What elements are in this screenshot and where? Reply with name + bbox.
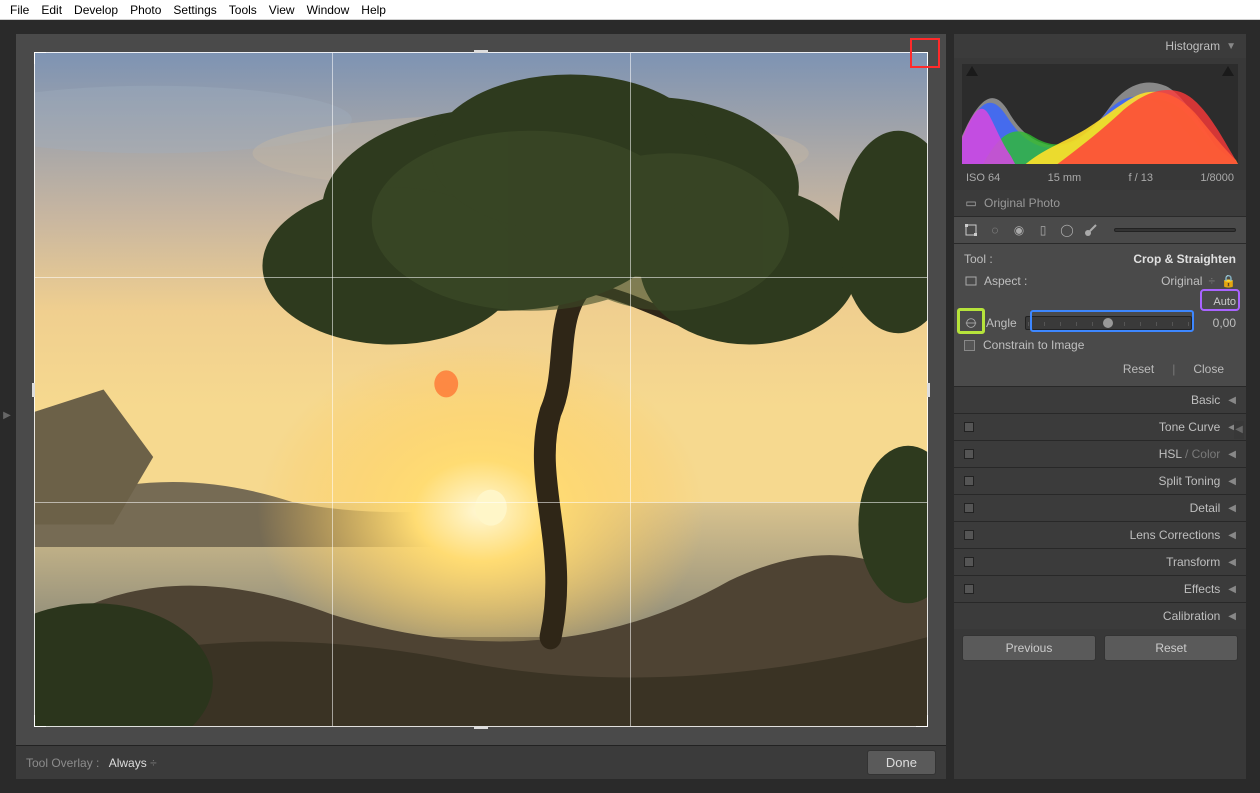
chevron-down-icon: ▼ xyxy=(1226,41,1236,52)
aspect-dropdown-icon[interactable]: ÷ xyxy=(1208,274,1215,288)
chevron-left-icon: ◀ xyxy=(1228,611,1236,622)
brush-size-slider[interactable] xyxy=(1114,228,1236,232)
left-panel-toggle-icon[interactable]: ▶ xyxy=(2,407,12,425)
exif-focal: 15 mm xyxy=(1048,172,1082,184)
section-lens-corrections[interactable]: Lens Corrections◀ xyxy=(954,521,1246,548)
right-panel: Histogram▼ ISO 64 15 mm f / 13 1/8000 ▭ … xyxy=(954,34,1246,779)
chevron-left-icon: ◀ xyxy=(1228,476,1236,487)
reset-button[interactable]: Reset xyxy=(1104,635,1238,661)
chevron-left-icon: ◀ xyxy=(1228,557,1236,568)
workspace: Tool Overlay : Always ÷ Done xyxy=(16,34,946,779)
section-toggle-icon[interactable] xyxy=(964,422,974,432)
histogram[interactable] xyxy=(962,64,1238,164)
crop-icon[interactable] xyxy=(964,223,978,237)
menu-window[interactable]: Window xyxy=(301,3,356,17)
angle-slider[interactable] xyxy=(1025,316,1192,330)
aspect-label: Aspect : xyxy=(984,274,1027,288)
exif-strip: ISO 64 15 mm f / 13 1/8000 xyxy=(954,170,1246,190)
section-toggle-icon[interactable] xyxy=(964,449,974,459)
tool-overlay-value[interactable]: Always ÷ xyxy=(109,756,157,770)
radial-filter-icon[interactable]: ◯ xyxy=(1060,223,1074,237)
shadow-clipping-icon[interactable] xyxy=(966,66,978,76)
section-basic[interactable]: Basic◀ xyxy=(954,386,1246,413)
highlight-clipping-icon[interactable] xyxy=(1222,66,1234,76)
crop-handle-br[interactable] xyxy=(916,715,928,727)
menu-file[interactable]: File xyxy=(4,3,35,17)
menu-develop[interactable]: Develop xyxy=(68,3,124,17)
crop-handle-bottom[interactable] xyxy=(474,726,488,729)
graduated-filter-icon[interactable]: ▯ xyxy=(1036,223,1050,237)
redeye-icon[interactable]: ◉ xyxy=(1012,223,1026,237)
section-toggle-icon[interactable] xyxy=(964,530,974,540)
done-button[interactable]: Done xyxy=(867,750,936,775)
section-calibration[interactable]: Calibration◀ xyxy=(954,602,1246,629)
chevron-left-icon: ◀ xyxy=(1228,395,1236,406)
crop-close-button[interactable]: Close xyxy=(1193,362,1224,376)
section-toggle-icon[interactable] xyxy=(964,584,974,594)
chevron-left-icon: ◀ xyxy=(1228,530,1236,541)
menu-tools[interactable]: Tools xyxy=(223,3,263,17)
canvas-area xyxy=(16,34,946,745)
section-hsl-color[interactable]: HSL / Color◀ xyxy=(954,440,1246,467)
section-toggle-icon[interactable] xyxy=(964,557,974,567)
straighten-icon[interactable] xyxy=(964,316,978,330)
right-panel-toggle-icon[interactable]: ◀ xyxy=(1234,421,1244,439)
section-toggle-icon[interactable] xyxy=(964,503,974,513)
constrain-checkbox[interactable] xyxy=(964,340,975,351)
tool-overlay-label: Tool Overlay : xyxy=(26,756,99,770)
crop-handle-right[interactable] xyxy=(927,383,930,397)
original-photo-toggle[interactable]: ▭ Original Photo xyxy=(954,190,1246,216)
angle-value[interactable]: 0,00 xyxy=(1200,316,1236,330)
spot-removal-icon[interactable]: ◌ xyxy=(988,223,1002,237)
tool-overlay-bar: Tool Overlay : Always ÷ Done xyxy=(16,745,946,779)
tool-label: Tool : xyxy=(964,252,993,266)
histogram-header[interactable]: Histogram▼ xyxy=(954,34,1246,58)
aspect-icon[interactable] xyxy=(964,274,978,288)
angle-label: Angle xyxy=(986,316,1017,330)
previous-button[interactable]: Previous xyxy=(962,635,1096,661)
tool-strip: ◌ ◉ ▯ ◯ xyxy=(954,216,1246,244)
chevron-left-icon: ◀ xyxy=(1228,449,1236,460)
menu-photo[interactable]: Photo xyxy=(124,3,167,17)
chevron-left-icon: ◀ xyxy=(1228,584,1236,595)
menubar: File Edit Develop Photo Settings Tools V… xyxy=(0,0,1260,20)
crop-handle-left[interactable] xyxy=(32,383,35,397)
lock-icon[interactable]: 🔒 xyxy=(1221,274,1236,288)
exif-aperture: f / 13 xyxy=(1129,172,1153,184)
menu-edit[interactable]: Edit xyxy=(35,3,68,17)
menu-view[interactable]: View xyxy=(263,3,301,17)
photo-canvas[interactable] xyxy=(34,52,928,727)
section-detail[interactable]: Detail◀ xyxy=(954,494,1246,521)
section-effects[interactable]: Effects◀ xyxy=(954,575,1246,602)
aspect-value[interactable]: Original xyxy=(1161,274,1202,288)
menu-help[interactable]: Help xyxy=(355,3,392,17)
section-tone-curve[interactable]: Tone Curve◀ xyxy=(954,413,1246,440)
crop-handle-tl[interactable] xyxy=(34,52,46,64)
section-toggle-icon[interactable] xyxy=(964,476,974,486)
crop-handle-top[interactable] xyxy=(474,50,488,53)
section-split-toning[interactable]: Split Toning◀ xyxy=(954,467,1246,494)
crop-reset-button[interactable]: Reset xyxy=(1123,362,1154,376)
chevron-left-icon: ◀ xyxy=(1228,503,1236,514)
crop-tool-panel: Tool : Crop & Straighten Aspect : Origin… xyxy=(954,244,1246,386)
tool-value: Crop & Straighten xyxy=(1133,252,1236,266)
crop-handle-bl[interactable] xyxy=(34,715,46,727)
app-window: ▶ ◀ xyxy=(0,20,1260,793)
crop-overlay[interactable] xyxy=(34,52,928,727)
auto-straighten-button[interactable]: Auto xyxy=(1213,296,1236,308)
exif-shutter: 1/8000 xyxy=(1200,172,1234,184)
menu-settings[interactable]: Settings xyxy=(167,3,222,17)
rectangle-icon: ▭ xyxy=(964,196,978,210)
section-transform[interactable]: Transform◀ xyxy=(954,548,1246,575)
constrain-label: Constrain to Image xyxy=(983,338,1084,352)
brush-icon[interactable] xyxy=(1084,223,1098,237)
crop-handle-tr[interactable] xyxy=(916,52,928,64)
exif-iso: ISO 64 xyxy=(966,172,1000,184)
